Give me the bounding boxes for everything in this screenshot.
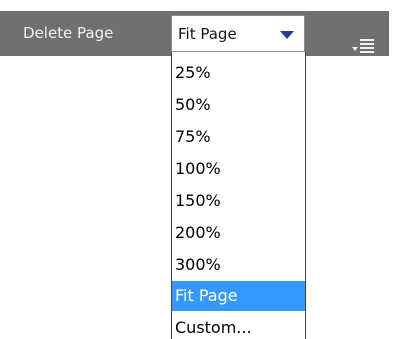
viewer-stage: Delete Page Fit Page 25% 50% 75% 100% 15…	[0, 0, 396, 339]
zoom-option-200[interactable]: 200%	[172, 218, 305, 248]
delete-page-button[interactable]: Delete Page	[23, 23, 113, 43]
zoom-option-custom[interactable]: Custom...	[172, 313, 305, 339]
zoom-option-150[interactable]: 150%	[172, 186, 305, 216]
menu-bar	[360, 39, 374, 41]
menu-lines-icon[interactable]	[348, 39, 378, 53]
zoom-select-value: Fit Page	[178, 25, 237, 43]
chevron-down-icon[interactable]	[280, 31, 294, 39]
zoom-option-fit-page[interactable]: Fit Page	[172, 281, 305, 311]
small-down-arrow-icon	[352, 47, 358, 51]
zoom-select[interactable]: Fit Page	[171, 15, 305, 52]
zoom-option-100[interactable]: 100%	[172, 154, 305, 184]
menu-bar	[360, 47, 374, 49]
zoom-option-300[interactable]: 300%	[172, 250, 305, 280]
zoom-option-75[interactable]: 75%	[172, 122, 305, 152]
zoom-dropdown-list: 25% 50% 75% 100% 150% 200% 300% Fit Page…	[171, 52, 306, 339]
menu-bar	[360, 51, 374, 53]
zoom-option-50[interactable]: 50%	[172, 90, 305, 120]
zoom-option-25[interactable]: 25%	[172, 58, 305, 88]
menu-bar	[360, 43, 374, 45]
